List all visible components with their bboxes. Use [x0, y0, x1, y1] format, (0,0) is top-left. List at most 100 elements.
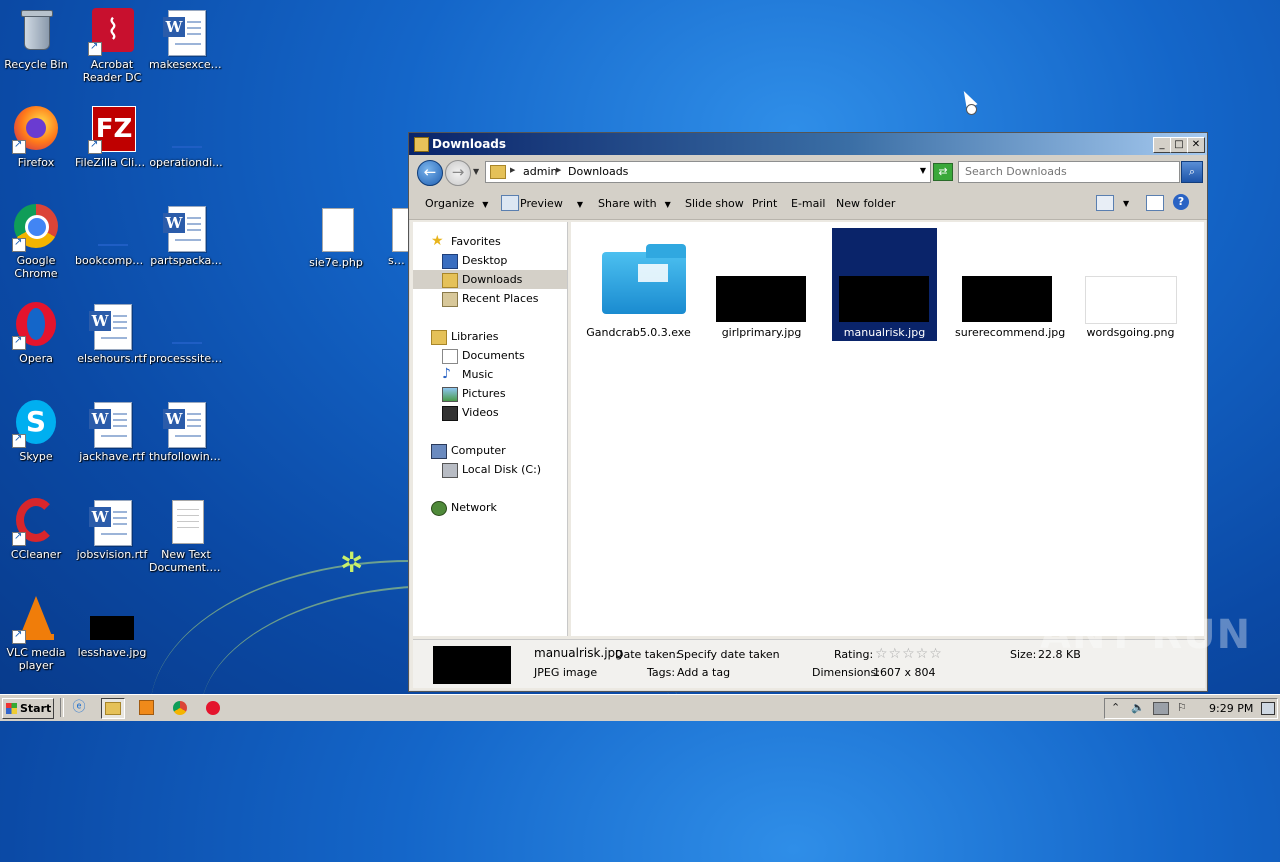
desktop-icon-firefox[interactable]: Firefox: [0, 106, 74, 169]
desktop-icon-chrome[interactable]: Google Chrome: [0, 204, 74, 280]
print-button[interactable]: Print: [752, 197, 777, 210]
volume-icon[interactable]: 🔈: [1131, 701, 1145, 714]
back-button[interactable]: ←: [417, 160, 443, 186]
desktop-icon-bookcompa[interactable]: bookcompa...: [74, 204, 150, 267]
desktop-icon-lesshave[interactable]: lesshave.jpg: [74, 596, 150, 659]
desktop-icon-operationdi[interactable]: operationdi...: [148, 106, 224, 169]
file-item[interactable]: girlprimary.jpg: [709, 228, 814, 341]
breadcrumb-downloads[interactable]: Downloads: [568, 165, 628, 178]
network-status-icon[interactable]: [1153, 702, 1169, 715]
address-bar: ← → ▼ ▶ admin ▶ Downloads ▼ ⇄ ⌕: [409, 155, 1207, 187]
desktop-icon-thufollowing[interactable]: W thufollowing...: [148, 400, 224, 463]
help-icon[interactable]: ?: [1173, 194, 1189, 210]
new-folder-button[interactable]: New folder: [836, 197, 895, 210]
nav-downloads[interactable]: Downloads: [413, 270, 567, 289]
tags-value[interactable]: Add a tag: [677, 666, 730, 679]
search-input[interactable]: [959, 162, 1181, 180]
desktop-icon-sie7[interactable]: sie7: [372, 206, 408, 267]
email-button[interactable]: E-mail: [791, 197, 826, 210]
organize-menu[interactable]: Organize ▼: [425, 197, 488, 210]
preview-button[interactable]: Preview ▼: [520, 197, 583, 210]
desktop-icon-ccleaner[interactable]: CCleaner: [0, 498, 74, 561]
desktop-icon-skype[interactable]: S Skype: [0, 400, 74, 463]
start-button[interactable]: Start: [2, 698, 54, 719]
desktop-icon-jackhave[interactable]: W jackhave.rtf: [74, 400, 150, 463]
file-item[interactable]: wordsgoing.png: [1078, 228, 1183, 341]
minimize-button[interactable]: _: [1153, 137, 1171, 153]
chrome-icon[interactable]: [169, 698, 191, 717]
nav-local-disk[interactable]: Local Disk (C:): [413, 460, 567, 479]
desktop-icon-opera[interactable]: Opera: [0, 302, 74, 365]
desktop-icon-recycle-bin[interactable]: Recycle Bin: [0, 8, 74, 71]
breadcrumb-admin[interactable]: admin: [523, 165, 557, 178]
media-player-icon[interactable]: [135, 698, 157, 717]
desktop-icon-acrobat[interactable]: ⌇ Acrobat Reader DC: [74, 8, 150, 84]
pictures-icon: [442, 387, 458, 402]
share-with-menu[interactable]: Share with ▼: [598, 197, 671, 210]
nav-network[interactable]: Network: [413, 498, 567, 517]
desktop-icon-makesexcep[interactable]: W makesexcep...: [148, 8, 224, 71]
rating-stars[interactable]: ☆☆☆☆☆: [875, 646, 943, 662]
show-hidden-icons-icon[interactable]: ⌃: [1111, 701, 1120, 714]
search-icon[interactable]: ⌕: [1181, 161, 1203, 183]
show-desktop-button[interactable]: [1261, 702, 1275, 715]
tags-label: Tags:: [647, 666, 676, 679]
search-box[interactable]: [958, 161, 1181, 183]
preview-pane-icon[interactable]: [1146, 195, 1164, 211]
title-bar[interactable]: Downloads _ □ ✕: [409, 133, 1207, 155]
chevron-right-icon[interactable]: ▶: [556, 166, 561, 174]
file-list[interactable]: Gandcrab5.0.3.exe girlprimary.jpg manual…: [571, 222, 1204, 636]
address-dropdown-icon[interactable]: ▼: [920, 166, 926, 175]
nav-videos[interactable]: Videos: [413, 403, 567, 422]
clock[interactable]: 9:29 PM: [1209, 702, 1253, 715]
file-item-selected[interactable]: manualrisk.jpg: [832, 228, 937, 341]
recycle-bin-icon: [12, 8, 60, 56]
chevron-right-icon[interactable]: ▶: [510, 166, 515, 174]
internet-explorer-icon[interactable]: ⓔ: [68, 698, 90, 717]
file-item[interactable]: surerecommend.jpg: [955, 228, 1065, 341]
address-box[interactable]: ▶ admin ▶ Downloads ▼: [485, 161, 931, 183]
nav-desktop[interactable]: Desktop: [413, 251, 567, 270]
date-taken-value[interactable]: Specify date taken: [677, 648, 780, 661]
folder-icon: [490, 165, 506, 179]
nav-music[interactable]: ♪ Music: [413, 365, 567, 384]
explorer-taskbar-button[interactable]: [101, 698, 125, 719]
desktop-icon-jobsvision[interactable]: W jobsvision.rtf: [74, 498, 150, 561]
explorer-window[interactable]: Downloads _ □ ✕ ← → ▼ ▶ admin ▶ Download…: [408, 132, 1208, 692]
opera-icon[interactable]: [202, 698, 224, 717]
maximize-button[interactable]: □: [1170, 137, 1188, 153]
recent-places-icon: [442, 292, 458, 307]
nav-libraries[interactable]: Libraries: [413, 327, 567, 346]
action-center-flag-icon[interactable]: ⚐: [1177, 701, 1187, 714]
computer-icon: [431, 444, 447, 459]
desktop-icon-vlc[interactable]: VLC media player: [0, 596, 74, 672]
command-bar: Organize ▼ Preview ▼ Share with ▼ Slide sho…: [409, 187, 1207, 220]
view-dropdown-icon[interactable]: ▼: [1123, 199, 1129, 208]
desktop-icon-new-text-document[interactable]: New Text Document.txt: [148, 498, 224, 574]
recent-pages-dropdown-icon[interactable]: ▼: [473, 167, 479, 176]
desktop-icon-partspacka[interactable]: W partspacka...: [148, 204, 224, 267]
close-button[interactable]: ✕: [1187, 137, 1205, 153]
slide-show-button[interactable]: Slide show: [685, 197, 744, 210]
shortcut-arrow-icon: [12, 236, 26, 252]
nav-computer[interactable]: Computer: [413, 441, 567, 460]
nav-recent-places[interactable]: Recent Places: [413, 289, 567, 308]
nav-pictures[interactable]: Pictures: [413, 384, 567, 403]
nav-documents[interactable]: Documents: [413, 346, 567, 365]
forward-button[interactable]: →: [445, 160, 471, 186]
skype-icon: S: [12, 400, 60, 448]
desktop-icon-processsite[interactable]: processsite....: [148, 302, 224, 365]
downloads-folder-icon: [442, 273, 458, 288]
change-view-icon[interactable]: [1096, 195, 1114, 211]
network-icon: [431, 501, 447, 516]
refresh-button[interactable]: ⇄: [933, 163, 953, 181]
nav-favorites[interactable]: ★ Favorites: [413, 232, 567, 251]
desktop-icon-elsehours[interactable]: W elsehours.rtf: [74, 302, 150, 365]
file-item[interactable]: Gandcrab5.0.3.exe: [586, 228, 691, 341]
image-thumbnail: [716, 276, 806, 322]
shortcut-arrow-icon: [12, 138, 26, 154]
hard-drive-icon: [442, 463, 458, 478]
folder-icon: [105, 702, 121, 715]
desktop-icon-sie7e-php[interactable]: sie7e.php: [298, 206, 374, 269]
desktop-icon-filezilla[interactable]: FZ FileZilla Client: [74, 106, 150, 169]
